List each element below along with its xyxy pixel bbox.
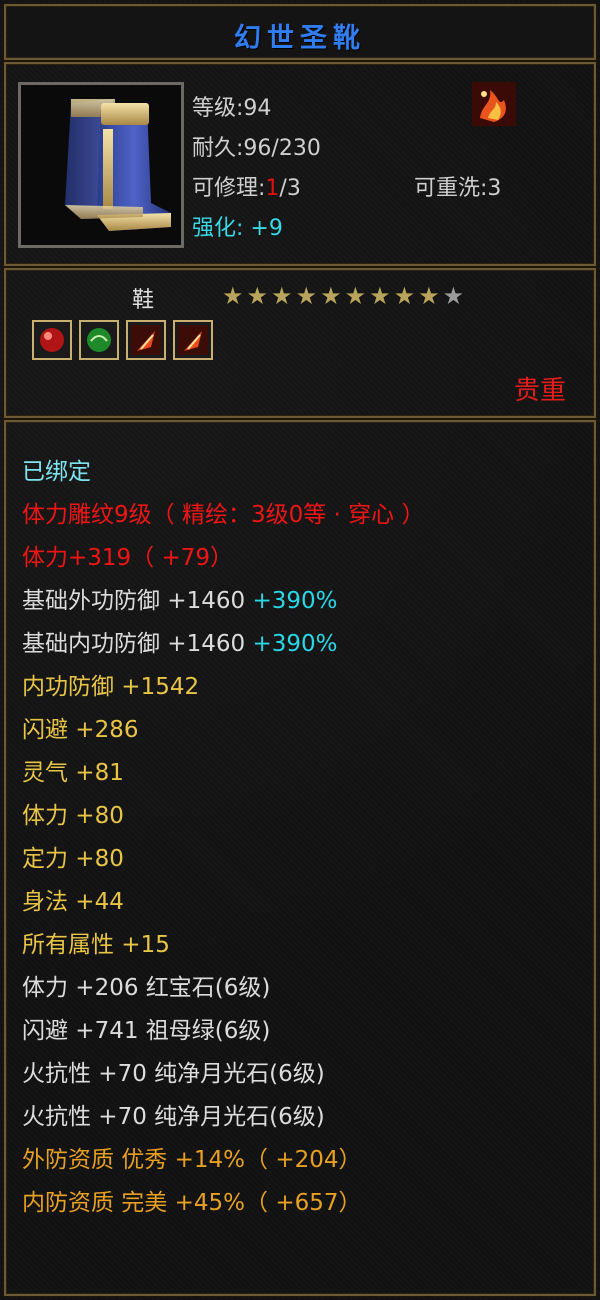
star-filled-icon: ★ — [320, 282, 342, 310]
stat-line: 定力 +80 — [22, 846, 124, 872]
fire-emblem-icon — [472, 82, 516, 126]
slot-type: 鞋 — [132, 288, 155, 313]
item-header: 等级:94 耐久:96/230 可修理:1/3 可重洗:3 强化: +9 — [4, 62, 596, 266]
repair-total: /3 — [279, 176, 301, 201]
reinforce-label: 强化: — [192, 216, 244, 241]
flame-gem-icon — [126, 320, 166, 360]
star-filled-icon: ★ — [271, 282, 293, 310]
stat-percent: +390% — [252, 631, 338, 657]
stat-line: 所有属性 +15 — [22, 932, 170, 958]
gem-stat-line: 闪避 +741 祖母绿(6级) — [22, 1018, 271, 1044]
stat-line: 内功防御 +1542 — [22, 674, 200, 700]
repair-info: 可修理:1/3 — [192, 170, 301, 202]
stat-line: 基础内功防御 +1460 +390% — [22, 624, 337, 658]
star-filled-icon: ★ — [295, 282, 318, 310]
item-name: 幻世圣靴 — [234, 23, 366, 54]
stat-line: 闪避 +286 — [22, 717, 139, 743]
star-rating: ★ ★ ★ ★ ★ ★ ★ ★ ★ ★ — [222, 284, 464, 308]
quality-line: 内防资质 完美 +45%（ +657） — [22, 1190, 362, 1216]
star-empty-icon: ★ — [442, 282, 465, 310]
gem-slots — [32, 320, 213, 360]
star-filled-icon: ★ — [246, 282, 269, 310]
gem-stat-line: 火抗性 +70 纯净月光石(6级) — [22, 1061, 325, 1087]
stat-percent: +390% — [252, 588, 338, 614]
level-text: 等级:94 — [192, 96, 272, 121]
reinforce-info: 强化: +9 — [192, 210, 283, 242]
stat-line: 灵气 +81 — [22, 760, 124, 786]
gem-stat-line: 体力 +206 红宝石(6级) — [22, 975, 271, 1001]
star-filled-icon: ★ — [393, 282, 416, 310]
bound-status: 已绑定 — [22, 459, 91, 485]
stat-line: 体力 +80 — [22, 803, 124, 829]
quality-line: 外防资质 优秀 +14%（ +204） — [22, 1147, 362, 1173]
stat-line: 身法 +44 — [22, 889, 124, 915]
star-filled-icon: ★ — [418, 282, 440, 310]
rewash-text: 可重洗:3 — [414, 176, 502, 201]
stat-text: 基础外功防御 +1460 — [22, 588, 246, 614]
title-bar: 幻世圣靴 — [4, 4, 596, 60]
durability-text: 耐久:96/230 — [192, 136, 321, 161]
item-tooltip: 幻世圣靴 等级:94 耐久:96/230 可修理:1/3 可重洗:3 强化: +… — [0, 0, 600, 1300]
red-gem-icon — [32, 320, 72, 360]
green-gem-icon — [79, 320, 119, 360]
boots-icon — [18, 82, 184, 248]
gem-stat-line: 火抗性 +70 纯净月光石(6级) — [22, 1104, 325, 1130]
flame-gem-icon — [173, 320, 213, 360]
reinforce-value: +9 — [250, 216, 283, 241]
stats-list: 已绑定 体力雕纹9级（ 精绘：3级0等 · 穿心 ） 体力+319（ +79） … — [4, 420, 596, 1296]
repair-label: 可修理: — [192, 176, 266, 201]
star-filled-icon: ★ — [222, 282, 244, 310]
repair-current: 1 — [265, 176, 280, 201]
item-attributes: 鞋 ★ ★ ★ ★ ★ ★ ★ ★ ★ ★ 贵重 — [4, 268, 596, 418]
rarity-label: 贵重 — [513, 376, 566, 406]
stat-line: 体力雕纹9级（ 精绘：3级0等 · 穿心 ） — [22, 502, 425, 528]
star-filled-icon: ★ — [369, 282, 391, 310]
stat-line: 体力+319（ +79） — [22, 545, 234, 571]
star-filled-icon: ★ — [344, 282, 367, 310]
stat-line: 基础外功防御 +1460 +390% — [22, 581, 337, 615]
stat-text: 基础内功防御 +1460 — [22, 631, 246, 657]
